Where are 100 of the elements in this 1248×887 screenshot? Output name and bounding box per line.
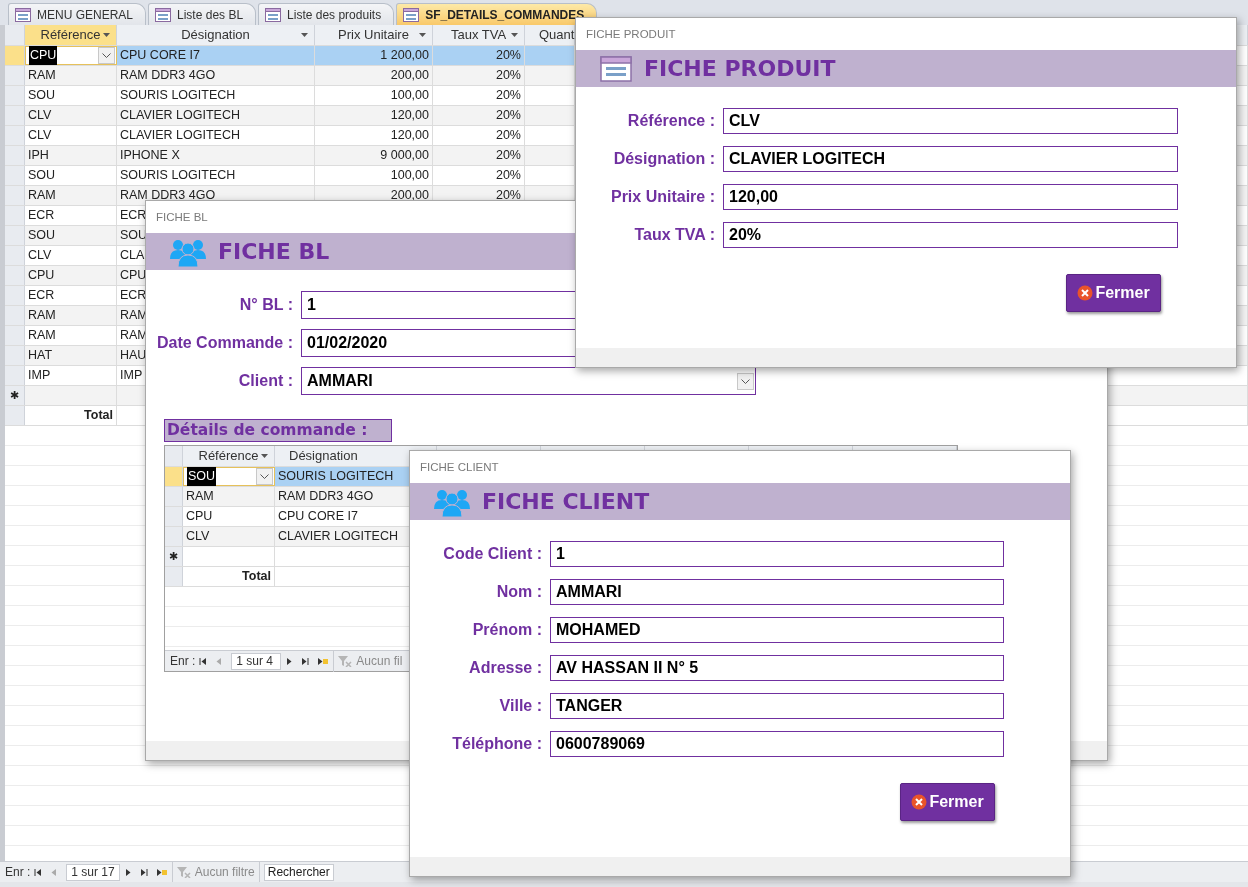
input-field[interactable]: 120,00	[723, 184, 1178, 210]
input-field[interactable]: MOHAMED	[550, 617, 1004, 643]
dropdown-button[interactable]	[737, 372, 754, 390]
table-cell: 9 000,00	[315, 146, 433, 165]
input-field[interactable]: AV HASSAN II N° 5	[550, 655, 1004, 681]
total-label: Total	[183, 567, 275, 586]
table-cell: IMP	[25, 366, 117, 385]
new-row-marker: ✱	[5, 386, 25, 405]
row-selector[interactable]	[5, 406, 25, 425]
table-cell: ECR	[25, 286, 117, 305]
row-selector[interactable]	[165, 527, 183, 546]
table-cell: SOU	[25, 86, 117, 105]
table-cell: CLV	[25, 126, 117, 145]
row-selector[interactable]	[5, 286, 25, 305]
column-header[interactable]: Référence	[183, 446, 275, 466]
input-field[interactable]: CLAVIER LOGITECH	[723, 146, 1178, 172]
form-icon	[15, 7, 31, 22]
tab[interactable]: Liste des BL	[148, 3, 257, 25]
row-selector[interactable]	[165, 507, 183, 526]
combo-field[interactable]: CPU	[25, 46, 117, 65]
table-cell: CPU CORE I7	[117, 46, 315, 65]
row-selector[interactable]	[5, 66, 25, 85]
row-selector[interactable]	[5, 46, 25, 65]
row-selector[interactable]	[5, 126, 25, 145]
row-selector[interactable]	[5, 206, 25, 225]
table-cell: SOU	[25, 226, 117, 245]
record-number-field[interactable]: 1 sur 17	[66, 863, 120, 881]
dropdown-arrow-icon[interactable]	[261, 454, 268, 458]
input-field[interactable]: CLV	[723, 108, 1178, 134]
row-selector[interactable]	[165, 467, 183, 486]
form-icon	[265, 7, 282, 22]
combo-field[interactable]: AMMARI	[301, 367, 756, 395]
dropdown-arrow-icon[interactable]	[419, 33, 426, 37]
close-button[interactable]: Fermer	[900, 783, 995, 821]
field-label: Prix Unitaire :	[609, 187, 715, 207]
total-label: Total	[25, 406, 117, 425]
new-row-marker: ✱	[165, 547, 183, 566]
input-field[interactable]: TANGER	[550, 693, 1004, 719]
form-icon	[403, 7, 420, 22]
table-cell: ECR	[25, 206, 117, 225]
row-selector[interactable]	[5, 306, 25, 325]
row-selector[interactable]	[5, 346, 25, 365]
record-number-field[interactable]: 1 sur 4	[231, 652, 282, 670]
input-field[interactable]: 1	[550, 541, 1004, 567]
row-selector[interactable]	[165, 567, 183, 586]
close-icon	[911, 794, 928, 810]
input-field[interactable]: 20%	[723, 222, 1178, 248]
tab[interactable]: MENU GENERAL	[8, 3, 147, 25]
input-field[interactable]: AMMARI	[550, 579, 1004, 605]
search-field[interactable]: Rechercher	[263, 863, 334, 881]
table-cell: SOU	[25, 166, 117, 185]
dropdown-button[interactable]	[256, 468, 273, 485]
table-cell: 20%	[433, 166, 525, 185]
row-selector[interactable]	[5, 326, 25, 345]
row-selector[interactable]	[5, 246, 25, 265]
table-cell: 120,00	[315, 106, 433, 125]
row-selector[interactable]	[5, 186, 25, 205]
tab[interactable]: SF_DETAILS_COMMANDES	[396, 3, 598, 25]
table-cell: 20%	[433, 86, 525, 105]
row-selector[interactable]	[5, 266, 25, 285]
record-label: Enr :	[5, 864, 31, 881]
select-all-corner[interactable]	[5, 25, 25, 45]
tab[interactable]: Liste des produits	[258, 3, 395, 25]
form-icon	[600, 55, 632, 82]
row-selector[interactable]	[165, 487, 183, 506]
row-selector[interactable]	[5, 146, 25, 165]
table-cell: 20%	[433, 146, 525, 165]
table-cell: CLV	[25, 106, 117, 125]
window-caption: FICHE PRODUIT	[585, 27, 677, 42]
field-label: Ville :	[498, 696, 542, 716]
select-all-corner[interactable]	[165, 446, 183, 466]
row-selector[interactable]	[5, 86, 25, 105]
input-field[interactable]: 0600789069	[550, 731, 1004, 757]
table-cell: RAM	[25, 66, 117, 85]
column-header[interactable]: Référence	[25, 25, 117, 45]
table-cell: 100,00	[315, 86, 433, 105]
chevron-down-icon	[260, 474, 269, 479]
table-cell: CPU	[183, 507, 275, 526]
close-button[interactable]: Fermer	[1066, 274, 1161, 312]
column-header[interactable]: Prix Unitaire	[315, 25, 433, 45]
dropdown-arrow-icon[interactable]	[301, 33, 308, 37]
table-cell: CLV	[183, 527, 275, 546]
column-header[interactable]: Taux TVA	[433, 25, 525, 45]
row-selector[interactable]	[5, 366, 25, 385]
table-cell: CLAVIER LOGITECH	[117, 126, 315, 145]
new-record-icon[interactable]	[155, 867, 168, 877]
section-label: Détails de commande :	[164, 419, 392, 442]
row-selector[interactable]	[5, 166, 25, 185]
column-header[interactable]: Désignation	[117, 25, 315, 45]
table-cell: 20%	[433, 46, 525, 65]
row-selector[interactable]	[5, 106, 25, 125]
combo-field[interactable]: SOU	[183, 467, 275, 486]
form-icon	[155, 7, 172, 22]
dropdown-arrow-icon[interactable]	[103, 33, 110, 37]
dropdown-arrow-icon[interactable]	[511, 33, 518, 37]
dropdown-button[interactable]	[98, 47, 115, 64]
row-selector[interactable]	[5, 226, 25, 245]
new-record-icon[interactable]	[317, 656, 330, 666]
field-label: Prénom :	[471, 620, 542, 640]
table-cell: RAM	[25, 326, 117, 345]
